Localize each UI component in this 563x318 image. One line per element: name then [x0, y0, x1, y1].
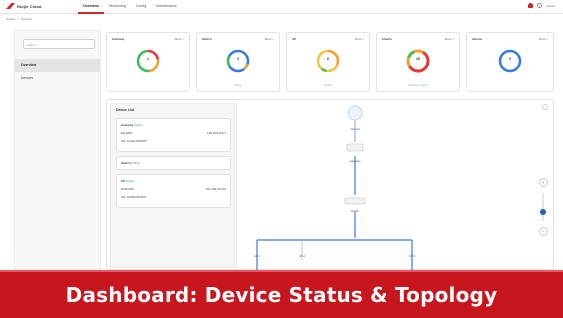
collapse-icon[interactable]: [542, 104, 548, 110]
top-navigation-bar: Ruijie Cloud Overview Monitoring Config …: [0, 0, 563, 14]
donut-value: 29: [416, 57, 420, 61]
topology-node-label: AP-2: [299, 254, 306, 258]
device-status: Online: [134, 123, 143, 127]
zoom-in-icon[interactable]: +: [538, 178, 548, 187]
device-name: Gateway: [121, 123, 134, 127]
donut-value: 0: [509, 57, 511, 61]
topology-panel: Internet Gateway Switch AP-1 AP-2 AP-3 D…: [106, 99, 554, 271]
device-sn: SN: G1RP7654321: [121, 195, 147, 199]
gateway-node-icon[interactable]: [346, 143, 364, 152]
breadcrumb-item[interactable]: Project: [6, 17, 15, 21]
user-avatar-icon[interactable]: [537, 3, 543, 8]
stat-card-clients[interactable]: Clients More > 29 Wireless / Wired: [376, 32, 460, 92]
card-title: Gateway: [112, 37, 125, 41]
donut-value: 3: [237, 57, 239, 61]
donut-chart: 3: [225, 48, 251, 74]
topology-node-label: AP-1: [254, 254, 261, 258]
card-more-link[interactable]: More >: [445, 37, 454, 41]
card-subtitle: Wireless / Wired: [408, 84, 428, 87]
device-status: Online: [126, 179, 135, 183]
card-more-link[interactable]: More >: [175, 37, 184, 41]
caption-text: Dashboard: Device Status & Topology: [65, 283, 498, 307]
breadcrumb-separator: >: [17, 17, 20, 21]
stat-card-alarms[interactable]: Alarms More > 0: [466, 32, 554, 92]
zoom-slider-handle[interactable]: [540, 209, 546, 215]
device-list-title: Device List: [116, 108, 134, 112]
card-title: Switch: [202, 37, 212, 41]
topology-node-label: Gateway: [349, 159, 361, 163]
brand-name: Ruijie Cloud: [17, 3, 42, 9]
card-title: AP: [292, 37, 297, 41]
device-model: RAP2200: [121, 187, 134, 191]
topology-node-label: Internet: [350, 127, 360, 131]
breadcrumb: Project > Network: [6, 17, 32, 21]
card-title: Alarms: [472, 37, 483, 41]
card-title: Clients: [382, 37, 393, 41]
top-right-tools: Admin: [528, 3, 555, 8]
user-label[interactable]: Admin: [546, 4, 555, 8]
donut-value: 1: [147, 57, 149, 61]
device-status: Online: [131, 161, 141, 165]
topology-node-label: Switch: [351, 209, 360, 213]
sidebar-search-input[interactable]: Search: [23, 39, 95, 49]
caption-banner: Dashboard: Device Status & Topology: [0, 270, 563, 318]
tab-overview[interactable]: Overview: [78, 0, 104, 14]
sidebar: Search Overview Devices: [14, 30, 101, 270]
device-sn: SN: G1QH1234567: [121, 139, 148, 143]
device-model: EG105G: [121, 131, 133, 135]
donut-chart: 6: [315, 48, 341, 74]
card-subtitle: Online: [324, 84, 332, 87]
brand-logo[interactable]: Ruijie Cloud: [6, 3, 42, 9]
device-card-switch[interactable]: Switch Online: [116, 156, 231, 170]
card-more-link[interactable]: More >: [265, 37, 274, 41]
device-card-ap[interactable]: AP Online RAP2200 192.168.110.20 SN: G1R…: [116, 174, 231, 208]
device-name: Switch: [121, 161, 131, 165]
device-ip: 192.168.110.20: [205, 187, 226, 191]
device-name: AP: [121, 179, 126, 183]
bell-icon[interactable]: [528, 3, 534, 8]
donut-chart: 1: [135, 48, 161, 74]
internet-node-icon[interactable]: [347, 105, 363, 121]
stat-card-ap[interactable]: AP More > 6 Online: [286, 32, 370, 92]
device-list-panel: Device List Gateway Online EG105G 192.16…: [110, 103, 237, 268]
switch-node-icon[interactable]: [344, 197, 366, 205]
donut-value: 6: [327, 57, 329, 61]
breadcrumb-item: Network: [21, 17, 33, 21]
tab-config[interactable]: Config: [131, 0, 151, 14]
sidebar-item-devices[interactable]: Devices: [15, 72, 100, 85]
donut-chart: 29: [405, 48, 431, 74]
stat-card-switch[interactable]: Switch More > 3 Online: [196, 32, 280, 92]
tab-maintenance[interactable]: Maintenance: [151, 0, 182, 14]
card-more-link[interactable]: More >: [539, 37, 548, 41]
donut-chart: 0: [497, 48, 523, 74]
tab-monitoring[interactable]: Monitoring: [104, 0, 131, 14]
topology-node-label: AP-3: [409, 254, 416, 258]
main-nav: Overview Monitoring Config Maintenance: [78, 0, 182, 14]
stat-card-gateway[interactable]: Gateway More > 1: [106, 32, 190, 92]
zoom-slider[interactable]: [540, 193, 546, 221]
zoom-control: + −: [537, 178, 549, 250]
device-ip: 192.168.110.1: [207, 131, 226, 135]
device-card-gateway[interactable]: Gateway Online EG105G 192.168.110.1 SN: …: [116, 118, 231, 152]
logo-mark-icon: [6, 3, 15, 9]
sidebar-item-overview[interactable]: Overview: [15, 59, 100, 72]
zoom-out-icon[interactable]: −: [538, 227, 548, 236]
card-subtitle: Online: [234, 84, 242, 87]
card-more-link[interactable]: More >: [355, 37, 364, 41]
